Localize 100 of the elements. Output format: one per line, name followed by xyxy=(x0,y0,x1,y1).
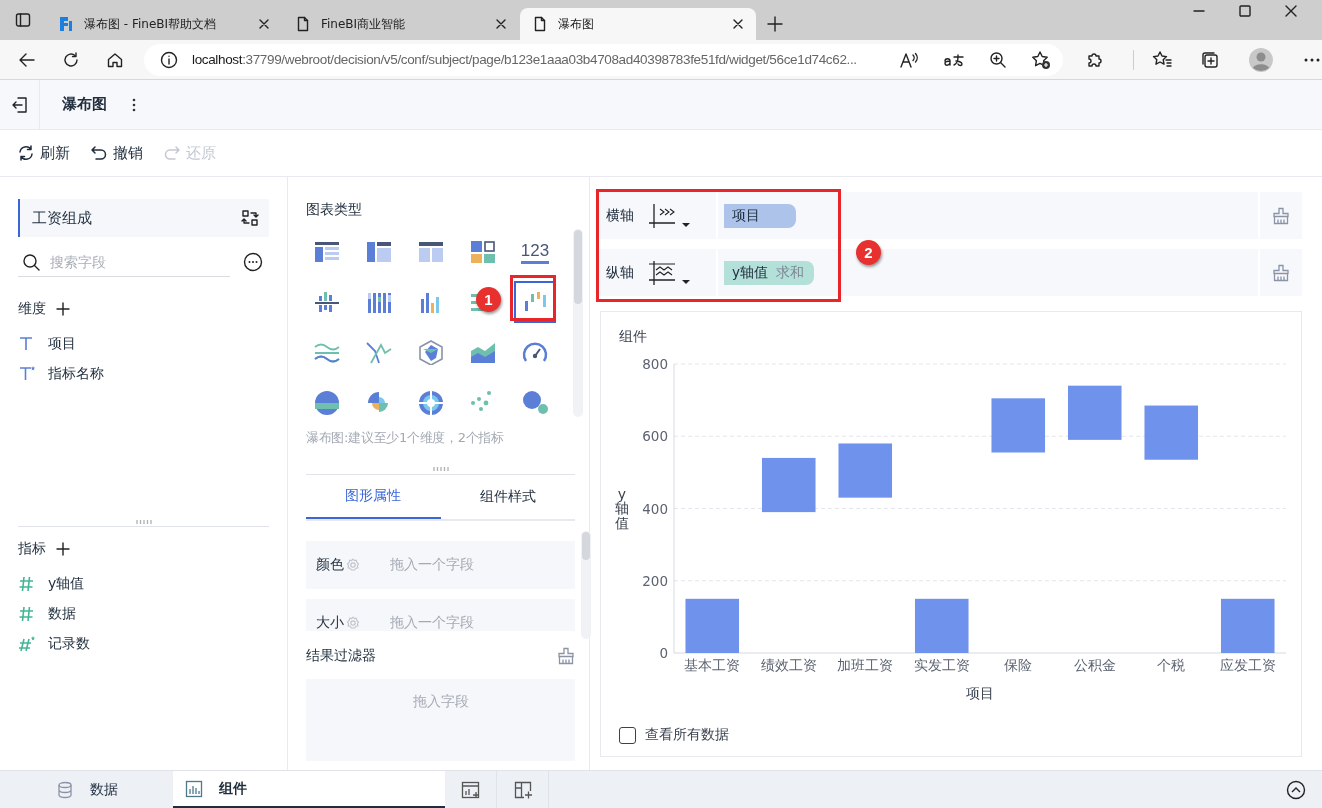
home-icon[interactable] xyxy=(106,50,124,69)
browser-tab[interactable]: 瀑布图 - FineBI帮助文档 xyxy=(46,8,282,40)
axis-category-label: 应发工资 xyxy=(1219,657,1276,673)
redo-icon xyxy=(163,144,181,162)
exit-icon[interactable] xyxy=(10,95,29,114)
favorites-icon[interactable] xyxy=(1133,49,1172,70)
url-text: localhost:37799/webroot/decision/v5/conf/subject/page/b123e1aaa03b4708ad40398783fe51fd/widget/56ce1d74c62... xyxy=(192,52,858,67)
axis-tick-label: 0 xyxy=(659,645,668,661)
text-type-icon xyxy=(18,365,36,383)
property-drop-zone[interactable]: 颜色 拖入一个字段 xyxy=(306,541,575,589)
panel-tab[interactable]: 图形属性 xyxy=(306,475,441,519)
axis-category-label: 实发工资 xyxy=(913,657,970,673)
axis-category-label: 公积金 xyxy=(1073,657,1116,673)
bar[interactable] xyxy=(762,457,816,513)
gear-icon xyxy=(346,558,360,572)
toolbar-button[interactable]: 撤销 xyxy=(90,143,143,163)
browser-tab[interactable]: 瀑布图 xyxy=(520,8,756,40)
page-icon xyxy=(532,16,548,32)
table-icon xyxy=(365,239,393,265)
field-item[interactable]: 指标名称 xyxy=(18,359,269,389)
switch-icon[interactable] xyxy=(241,209,259,227)
checkbox[interactable] xyxy=(619,726,636,744)
highlight-frame xyxy=(510,275,556,321)
axis-tick-label: 200 xyxy=(642,572,668,589)
close-icon[interactable] xyxy=(258,18,270,30)
page-icon xyxy=(295,16,311,32)
more-options-icon[interactable] xyxy=(243,252,263,272)
sunburst-chart-icon xyxy=(417,389,445,415)
add-icon[interactable] xyxy=(56,542,70,556)
axis-category-label: 加班工资 xyxy=(837,657,894,673)
field-pill[interactable]: y轴值 求和 xyxy=(724,260,814,285)
line-chart-icon xyxy=(365,339,393,365)
chart-type-option[interactable] xyxy=(514,281,556,323)
hint-text: 瀑布图:建议至少1个维度，2个指标 xyxy=(306,429,505,447)
axis-category-label: 保险 xyxy=(1004,657,1033,673)
pie-chart-icon xyxy=(313,389,341,415)
dataset-selector[interactable]: 工资组成 xyxy=(18,199,269,237)
reload-icon[interactable] xyxy=(62,50,80,69)
more-icon[interactable] xyxy=(131,96,137,113)
maximize-icon[interactable] xyxy=(1238,4,1252,18)
add-icon[interactable] xyxy=(56,302,70,316)
close-icon[interactable] xyxy=(495,18,507,30)
field-item[interactable]: 项目 xyxy=(18,329,269,359)
app-logo-icon xyxy=(58,16,74,32)
collapse-icon[interactable] xyxy=(1286,779,1306,800)
axis-tick-label: 600 xyxy=(642,428,668,445)
scrollbar-thumb[interactable] xyxy=(582,532,590,560)
add-component-icon[interactable] xyxy=(512,779,533,800)
callout-badge: 1 xyxy=(476,287,501,312)
bar-chart-icon xyxy=(313,289,341,315)
table-icon xyxy=(313,239,341,265)
hash-icon xyxy=(18,635,36,653)
favorite-add-icon[interactable] xyxy=(1031,49,1051,70)
bottom-tab[interactable]: 数据 xyxy=(0,771,173,808)
callout-badge: 2 xyxy=(856,240,881,265)
field-item[interactable]: 记录数 xyxy=(18,629,269,659)
page-title: 瀑布图 xyxy=(62,95,107,114)
axis-title: 项目 xyxy=(966,685,994,701)
field-pill[interactable]: 项目 xyxy=(724,203,796,228)
address-field[interactable]: localhost:37799/webroot/decision/v5/conf/subject/page/b123e1aaa03b4708ad40398783fe51fd/widget/56ce1d74c62... xyxy=(144,43,1063,76)
field-item[interactable]: y轴值 xyxy=(18,569,269,599)
section-title: 维度 xyxy=(18,300,46,318)
browser-tab[interactable]: FineBI商业智能 xyxy=(283,8,519,40)
panel-tab[interactable]: 组件样式 xyxy=(440,475,575,519)
field-item[interactable]: 数据 xyxy=(18,599,269,629)
clear-icon[interactable] xyxy=(557,647,575,665)
tab-actions-icon[interactable] xyxy=(15,12,31,28)
axis-category-label: 个税 xyxy=(1157,657,1186,673)
collections-icon[interactable] xyxy=(1200,49,1220,70)
axis-tick-label: 800 xyxy=(642,356,668,372)
refresh-icon xyxy=(17,144,35,162)
toolbar-button[interactable]: 刷新 xyxy=(17,143,70,163)
avatar-icon[interactable] xyxy=(1248,46,1274,73)
chart-type-option[interactable]: 123 xyxy=(514,231,556,273)
read-aloud-icon[interactable] xyxy=(899,50,919,69)
clear-icon[interactable] xyxy=(1272,206,1290,225)
property-drop-zone[interactable]: 大小 拖入一个字段 xyxy=(306,599,575,631)
axis-tick-label: 400 xyxy=(642,500,668,517)
close-icon[interactable] xyxy=(732,18,744,30)
add-widget-icon[interactable] xyxy=(460,779,481,800)
gear-icon xyxy=(346,616,360,630)
dashboard-tiles-icon xyxy=(469,239,497,265)
hash-icon xyxy=(18,575,36,593)
scrollbar-thumb[interactable] xyxy=(574,230,582,304)
table-icon xyxy=(417,239,445,265)
drag-handle-icon[interactable] xyxy=(135,519,152,524)
search-field[interactable]: 搜索字段 xyxy=(48,252,208,271)
radar-chart-icon xyxy=(417,339,445,365)
database-icon xyxy=(55,780,74,799)
undo-icon xyxy=(90,144,108,162)
zoom-in-icon[interactable] xyxy=(989,50,1007,69)
close-icon[interactable] xyxy=(1284,4,1298,18)
info-icon xyxy=(160,50,178,69)
drag-handle-icon[interactable] xyxy=(432,466,449,471)
bottom-tab[interactable]: 组件 xyxy=(173,771,445,808)
new-tab-icon[interactable] xyxy=(767,16,783,32)
clear-icon[interactable] xyxy=(1272,263,1290,282)
axis-category-label: 基本工资 xyxy=(684,657,741,673)
widget-title: 组件 xyxy=(619,328,648,346)
search-icon xyxy=(22,252,40,271)
